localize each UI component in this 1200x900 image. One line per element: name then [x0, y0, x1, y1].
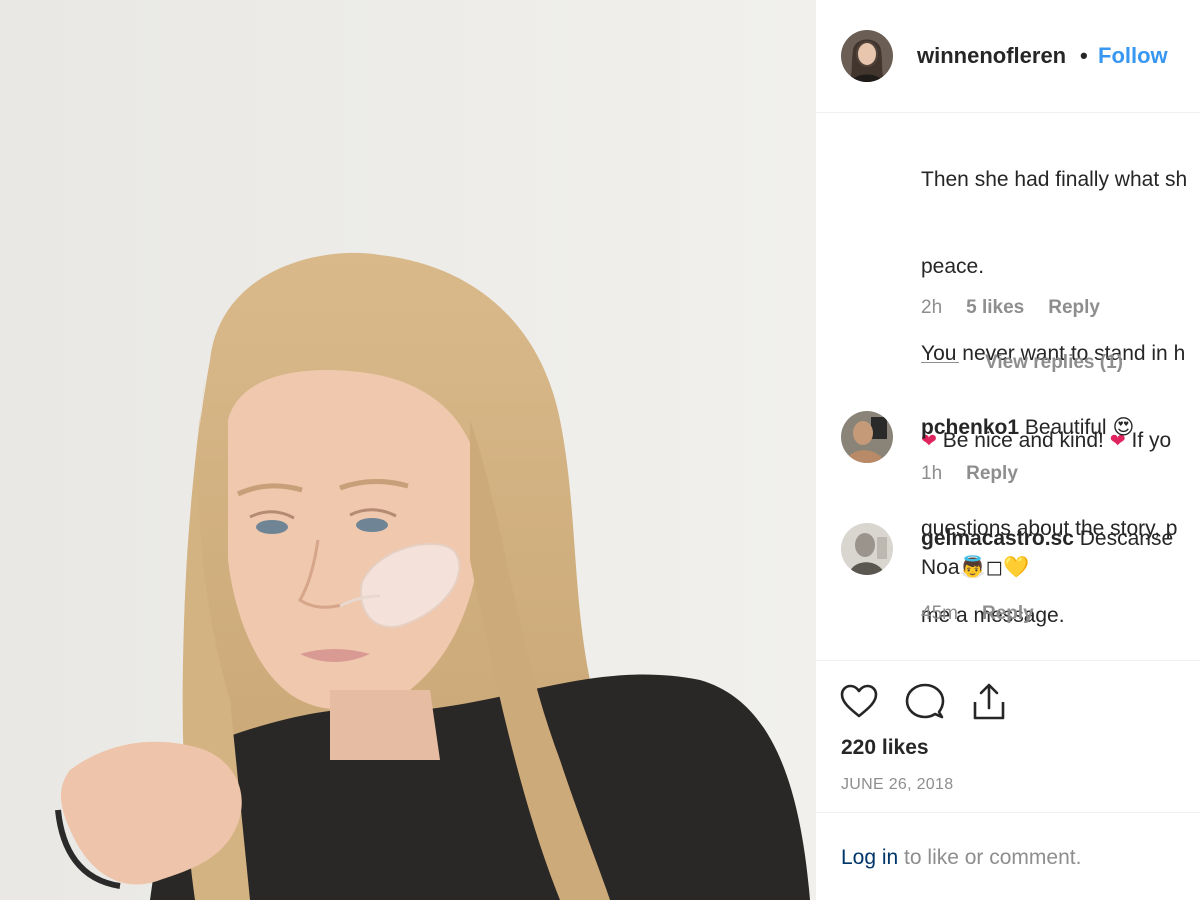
author-avatar[interactable] — [841, 30, 893, 82]
comments-list[interactable]: Then she had finally what sh peace. You … — [816, 113, 1200, 659]
post-header: winnenofleren • Follow — [816, 0, 1200, 113]
follow-button[interactable]: Follow — [1098, 43, 1168, 69]
header-separator: • — [1080, 43, 1088, 68]
caption-line-text: If yo — [1131, 429, 1172, 452]
post-photo[interactable] — [0, 0, 815, 900]
login-link[interactable]: Log in — [841, 846, 898, 869]
view-replies-label: View replies (1) — [985, 352, 1123, 373]
post-side-panel: winnenofleren • Follow Then she had fina… — [815, 0, 1200, 900]
portrait-image — [0, 0, 815, 900]
caption-line: peace. — [921, 255, 985, 278]
comment-username[interactable]: pchenko1 — [921, 416, 1019, 439]
caption-line: Then she had finally what sh — [921, 168, 1188, 191]
caption-meta: 2h 5 likes Reply — [921, 297, 1124, 319]
login-prompt-rest: to like or comment. — [898, 846, 1082, 869]
comment-time: 45m — [921, 603, 958, 624]
caption-likes[interactable]: 5 likes — [966, 297, 1024, 318]
caption-time: 2h — [921, 297, 943, 318]
share-icon[interactable] — [968, 681, 1010, 723]
comment-reply-button[interactable]: Reply — [966, 463, 1018, 484]
caption-reply-button[interactable]: Reply — [1048, 297, 1100, 318]
angel-heart-emoji-icon: 👼◻💛 — [959, 556, 1030, 579]
login-prompt-text: Log in to like or comment. — [841, 846, 1081, 870]
comment-body: gelmacastro.sc Descanse Noa👼◻💛 — [921, 524, 1173, 582]
commenter-avatar[interactable] — [841, 523, 893, 575]
comment-text-continued: Noa — [921, 556, 960, 579]
comment-username[interactable]: gelmacastro.sc — [921, 527, 1074, 550]
author-username[interactable]: winnenofleren — [917, 43, 1066, 69]
post-actions: 220 likes JUNE 26, 2018 — [816, 660, 1200, 813]
comment-reply-button[interactable]: Reply — [982, 603, 1034, 624]
replies-divider — [921, 362, 959, 364]
comment-text: Descanse — [1079, 527, 1174, 550]
comment-text: Beautiful — [1024, 416, 1107, 439]
view-replies-button[interactable]: View replies (1) — [921, 352, 1123, 374]
comment-icon[interactable] — [904, 681, 946, 723]
heart-icon[interactable] — [838, 681, 880, 723]
login-prompt: Log in to like or comment. — [816, 812, 1200, 900]
heart-eyes-emoji-icon: 😍 — [1112, 416, 1135, 439]
comment-time: 1h — [921, 463, 943, 484]
comment-meta: 1h Reply — [921, 463, 1042, 485]
post-date: JUNE 26, 2018 — [841, 776, 954, 793]
comment-body: pchenko1 Beautiful 😍 — [921, 413, 1134, 442]
commenter-avatar[interactable] — [841, 411, 893, 463]
likes-count[interactable]: 220 likes — [841, 736, 929, 760]
comment-meta: 45m Reply — [921, 603, 1058, 625]
